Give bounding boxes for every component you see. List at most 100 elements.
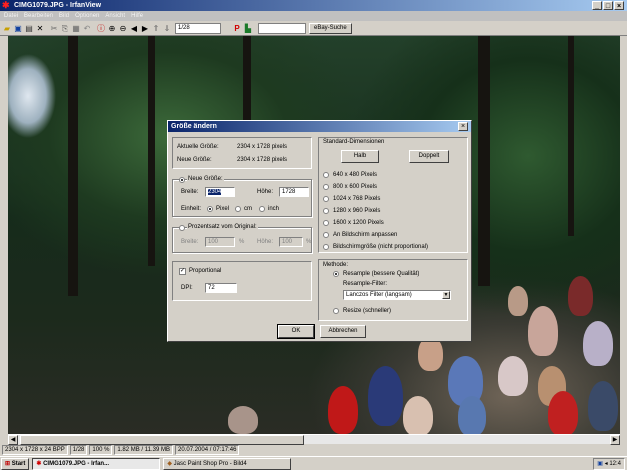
maximize-button[interactable]: □: [603, 1, 613, 10]
unit-pixel-radio[interactable]: [207, 206, 213, 212]
ebay-search-button[interactable]: eBay-Suche: [309, 22, 352, 34]
system-tray: ▣ ◂ 12:4: [593, 457, 625, 470]
cancel-button[interactable]: Abbrechen: [320, 325, 366, 338]
new-size-label: Neue Größe:: [177, 157, 212, 163]
screen-size-label: Bildschirmgröße (nicht proportional): [333, 244, 429, 250]
unit-label: Einheit:: [181, 206, 202, 212]
new-size-radio[interactable]: [179, 177, 185, 183]
dim-1600-radio[interactable]: [323, 220, 329, 226]
resize-dialog: Größe ändern × Aktuelle Größe: 2304 x 17…: [167, 120, 472, 342]
method-title: Methode:: [323, 262, 349, 268]
tray-app-icon[interactable]: ▣: [597, 461, 603, 467]
screen-size-radio[interactable]: [323, 244, 329, 250]
percent-radio-label: Prozentsatz vom Original:: [187, 223, 258, 231]
dim-640-radio[interactable]: [323, 172, 329, 178]
info-icon[interactable]: ⓘ: [96, 23, 106, 34]
dim-640-label: 640 x 480 Pixels: [333, 172, 378, 178]
dim-800-radio[interactable]: [323, 184, 329, 190]
windows-logo-icon: ⊞: [5, 460, 11, 467]
status-index: 1/28: [69, 445, 88, 455]
scroll-left-icon[interactable]: ◀: [8, 435, 18, 445]
ok-button[interactable]: OK: [277, 324, 315, 339]
half-button[interactable]: Halb: [341, 150, 379, 163]
zoom-out-icon[interactable]: ⊖: [118, 23, 128, 34]
last-icon[interactable]: ⇓: [162, 23, 172, 34]
width-input[interactable]: 2304: [205, 187, 235, 197]
unit-inch-label: inch: [268, 206, 280, 212]
percent-height-input[interactable]: 100: [279, 237, 303, 247]
double-button[interactable]: Doppelt: [409, 150, 449, 163]
menu-image[interactable]: Bild: [59, 11, 69, 21]
zoom-in-icon[interactable]: ⊕: [107, 23, 117, 34]
tray-volume-icon[interactable]: ◂: [605, 461, 608, 467]
unit-pixel-label: Pixel: [216, 206, 230, 212]
percent-height-unit: %: [306, 239, 312, 245]
status-zoom: 100 %: [89, 445, 113, 455]
irfanview-task-icon: ✱: [36, 460, 42, 467]
resample-radio[interactable]: [333, 271, 339, 277]
scroll-right-icon[interactable]: ▶: [610, 435, 620, 445]
unit-cm-radio[interactable]: [235, 206, 241, 212]
dim-800-label: 800 x 600 Pixels: [333, 184, 378, 190]
menu-options[interactable]: Optionen: [75, 11, 99, 21]
paint-icon[interactable]: P: [232, 23, 242, 34]
unit-cm-label: cm: [244, 206, 252, 212]
start-button[interactable]: ⊞ Start: [1, 457, 30, 470]
percent-width-label: Breite:: [181, 239, 199, 245]
save-icon[interactable]: ▣: [13, 23, 23, 34]
dialog-close-button[interactable]: ×: [458, 122, 468, 131]
search-input[interactable]: [258, 22, 306, 34]
delete-icon[interactable]: ✕: [35, 23, 45, 34]
page-number-field[interactable]: 1/28: [175, 22, 221, 34]
menu-view[interactable]: Ansicht: [105, 11, 125, 21]
fit-screen-label: An Bildschirm anpassen: [333, 232, 398, 238]
print-icon[interactable]: ▤: [24, 23, 34, 34]
dropdown-arrow-icon[interactable]: ▼: [442, 291, 450, 299]
cut-icon[interactable]: ✂: [49, 23, 59, 34]
new-size-value: 2304 x 1728 pixels: [237, 157, 288, 163]
scroll-thumb[interactable]: [20, 435, 304, 445]
window-controls: _ □ ×: [592, 1, 624, 10]
toolbar: ▰ ▣ ▤ ✕ ✂ ⎘ ▦ ↶ ⓘ ⊕ ⊖ ◀ ▶ ⇑ ⇓ 1/28 P ▙ e…: [0, 21, 627, 36]
current-size-value: 2304 x 1728 pixels: [237, 144, 288, 150]
open-icon[interactable]: ▰: [2, 23, 12, 34]
proportional-checkbox[interactable]: ✓: [179, 268, 186, 275]
standard-dimensions-panel: Standard-Dimensionen Halb Doppelt 640 x …: [318, 137, 468, 253]
percent-width-input[interactable]: 100: [205, 237, 235, 247]
first-icon[interactable]: ⇑: [151, 23, 161, 34]
menu-bar: Datei Bearbeiten Bild Optionen Ansicht H…: [0, 11, 627, 21]
dpi-input[interactable]: 72: [205, 283, 237, 293]
menu-file[interactable]: Datei: [4, 11, 18, 21]
taskbar-item-irfanview[interactable]: ✱ CIMG1079.JPG - Irfan...: [32, 457, 161, 470]
dim-1280-radio[interactable]: [323, 208, 329, 214]
dialog-title: Größe ändern: [168, 121, 471, 132]
undo-icon[interactable]: ↶: [82, 23, 92, 34]
copy-icon[interactable]: ⎘: [60, 23, 70, 34]
percent-radio[interactable]: [179, 225, 185, 231]
resample-filter-select[interactable]: Lanczos Filter (langsam) ▼: [343, 290, 451, 300]
prev-icon[interactable]: ◀: [129, 23, 139, 34]
resample-label: Resample (bessere Qualität): [343, 271, 420, 277]
close-button[interactable]: ×: [614, 1, 624, 10]
taskbar-item-paintshop[interactable]: ◆ Jasc Paint Shop Pro - Bild4: [163, 457, 292, 470]
fit-screen-radio[interactable]: [323, 232, 329, 238]
next-icon[interactable]: ▶: [140, 23, 150, 34]
taskbar: ⊞ Start ✱ CIMG1079.JPG - Irfan... ◆ Jasc…: [0, 456, 627, 470]
new-size-group: Neue Größe: Breite: 2304 Höhe: 1728 Einh…: [172, 175, 312, 217]
dim-1024-radio[interactable]: [323, 196, 329, 202]
paint-shop-icon[interactable]: ▙: [243, 23, 253, 34]
paste-icon[interactable]: ▦: [71, 23, 81, 34]
proportional-label: Proportional: [189, 268, 222, 274]
height-input[interactable]: 1728: [279, 187, 309, 197]
menu-help[interactable]: Hilfe: [131, 11, 143, 21]
tray-clock: 12:4: [609, 460, 621, 467]
proportional-panel: ✓ Proportional DPI: 72: [172, 261, 312, 301]
percent-group: Prozentsatz vom Original: Breite: 100 % …: [172, 223, 312, 253]
horizontal-scrollbar[interactable]: ◀ ▶: [8, 434, 620, 445]
window-title: CIMG1079.JPG - IrfanView: [14, 2, 102, 9]
unit-inch-radio[interactable]: [259, 206, 265, 212]
resize-radio[interactable]: [333, 308, 339, 314]
dim-1280-label: 1280 x 960 Pixels: [333, 208, 381, 214]
minimize-button[interactable]: _: [592, 1, 602, 10]
menu-edit[interactable]: Bearbeiten: [24, 11, 53, 21]
